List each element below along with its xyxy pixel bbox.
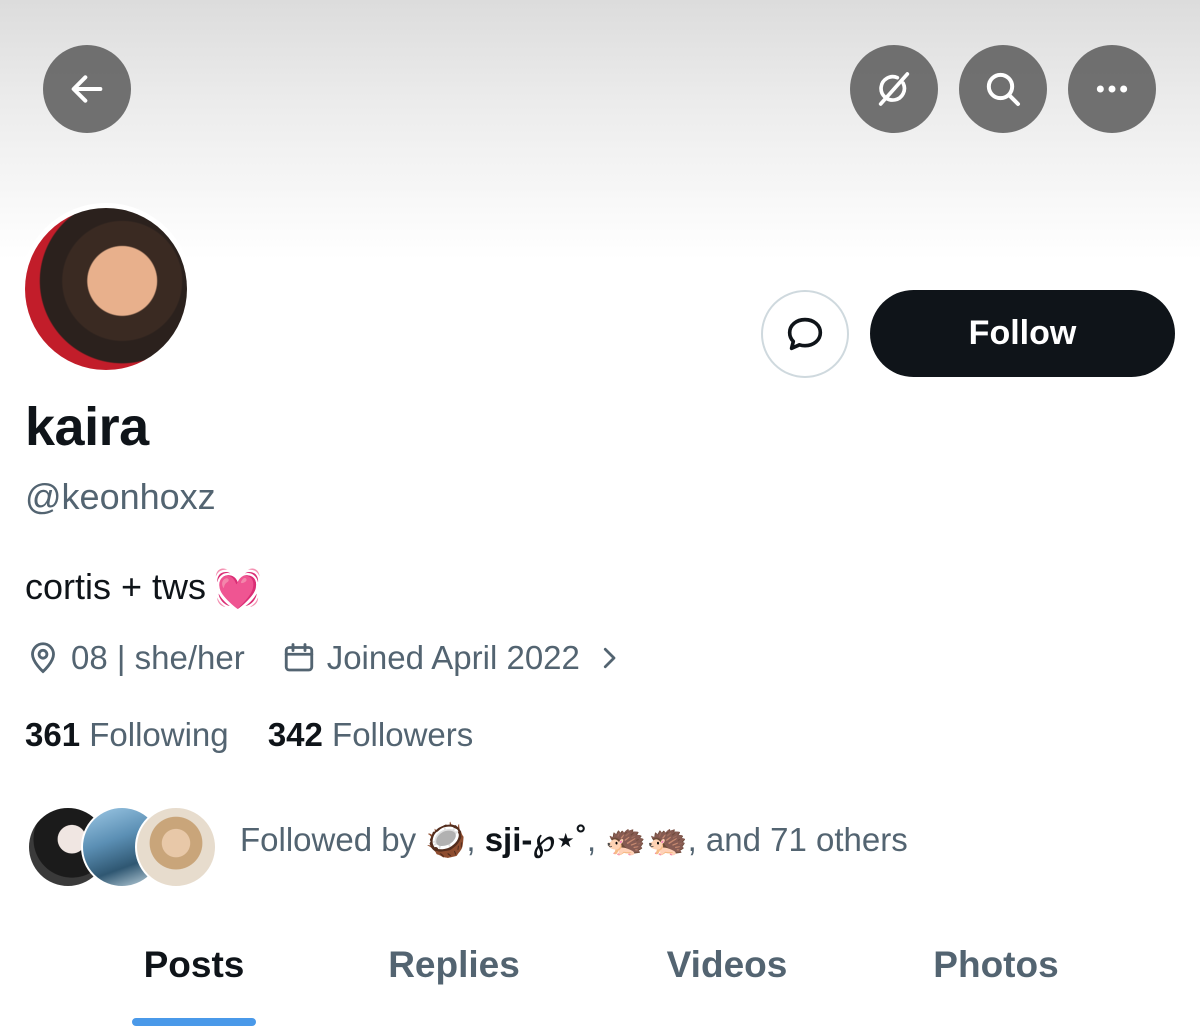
following-label: Following <box>89 716 229 753</box>
follow-button[interactable]: Follow <box>870 290 1175 377</box>
search-icon <box>986 72 1020 106</box>
tab-photos[interactable]: Photos <box>933 944 1058 986</box>
grok-icon <box>878 72 910 106</box>
more-horizontal-icon <box>1096 85 1128 93</box>
followed-by-text[interactable]: Followed by 🥥, sji-℘⋆˚, 🦔🦔, and 71 other… <box>240 820 908 860</box>
followed-by-suffix: , and 71 others <box>687 821 908 858</box>
tab-replies[interactable]: Replies <box>388 944 520 986</box>
display-name: kaira <box>25 397 149 457</box>
user-handle: @keonhoxz <box>25 476 216 517</box>
arrow-left-icon <box>71 75 103 103</box>
bio: cortis + tws 💓 <box>25 566 261 611</box>
more-button[interactable] <box>1068 45 1156 133</box>
back-button[interactable] <box>43 45 131 133</box>
mutual-avatar <box>135 806 217 888</box>
grok-button[interactable] <box>850 45 938 133</box>
following-count: 361 <box>25 716 81 753</box>
message-bubble-icon <box>787 317 823 351</box>
joined-date[interactable]: Joined April 2022 <box>281 639 624 677</box>
followed-by-prefix: Followed by <box>240 821 417 858</box>
separator: , <box>587 821 597 858</box>
location-pin-icon <box>31 642 55 674</box>
location-text: 08 | she/her <box>71 639 245 676</box>
profile-avatar-frame[interactable] <box>20 203 192 375</box>
tab-posts[interactable]: Posts <box>144 944 245 986</box>
follow-counts: 361 Following 342 Followers <box>25 716 473 754</box>
separator: , <box>466 821 476 858</box>
mutual-followers-avatars[interactable] <box>27 806 217 888</box>
chevron-right-icon <box>603 647 616 669</box>
bio-text: cortis + tws <box>25 566 207 607</box>
search-button[interactable] <box>959 45 1047 133</box>
active-tab-indicator <box>132 1018 256 1026</box>
mutual-name: sji-℘⋆˚ <box>484 821 588 858</box>
profile-meta: 08 | she/her Joined April 2022 <box>25 636 624 680</box>
followers-link[interactable]: 342 Followers <box>268 716 473 754</box>
tab-videos[interactable]: Videos <box>667 944 788 986</box>
profile-banner <box>0 0 1200 260</box>
calendar-icon <box>284 643 313 672</box>
followers-label: Followers <box>332 716 474 753</box>
profile-avatar[interactable] <box>25 208 187 370</box>
profile-tabs: Posts Replies Videos Photos <box>0 930 1200 1027</box>
followers-count: 342 <box>267 716 323 753</box>
message-button[interactable] <box>761 290 849 378</box>
mutual-name: 🥥 <box>425 821 467 858</box>
joined-text: Joined April 2022 <box>326 639 580 676</box>
location: 08 | she/her <box>25 639 245 677</box>
mutual-name: 🦔🦔 <box>605 821 688 858</box>
heart-emoji: 💓 <box>214 568 262 610</box>
following-link[interactable]: 361 Following <box>25 716 229 754</box>
